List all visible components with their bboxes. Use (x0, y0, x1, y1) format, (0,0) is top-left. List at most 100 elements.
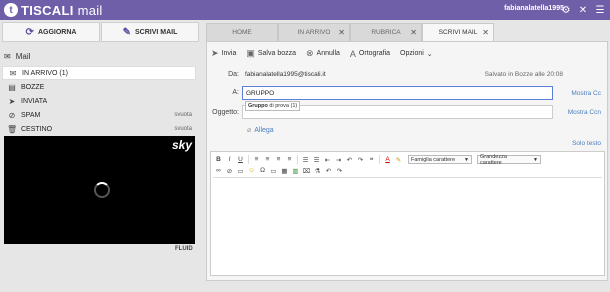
spellcheck-button[interactable]: A Ortografia (350, 49, 390, 59)
underline-icon[interactable]: U (236, 155, 245, 164)
folder-spam[interactable]: ⊘ SPAM svuota (2, 108, 196, 122)
attach-label: Allega (254, 126, 274, 134)
suggestion-detail: di prova (1) (267, 103, 298, 109)
to-field[interactable]: GRUPPO (242, 86, 553, 100)
from-value: fabianalatella1995@tiscali.it (245, 71, 326, 78)
plain-text-link[interactable]: Solo testo (572, 140, 601, 147)
emoji-icon[interactable]: ☺ (247, 166, 256, 175)
find-replace-icon[interactable]: ⚗ (313, 166, 322, 175)
close-tab-icon[interactable]: ✕ (410, 28, 417, 37)
inbox-icon: ✉ (9, 68, 17, 78)
align-right-icon[interactable]: ≡ (274, 155, 283, 164)
tab-bar: HOME IN ARRIVO ✕ RUBRICA ✕ SCRIVI MAIL ✕ (206, 23, 494, 42)
from-label: Da: (228, 71, 239, 78)
options-dropdown[interactable]: Opzioni ⌄ (400, 50, 433, 58)
text-color-icon[interactable]: A (383, 155, 392, 164)
brand-product: mail (77, 2, 103, 18)
recipient-suggestion[interactable]: Gruppo di prova (1) (245, 101, 300, 111)
suggestion-name: Gruppo (248, 103, 268, 109)
loading-spinner-icon (94, 182, 110, 198)
spam-icon: ⊘ (8, 110, 16, 120)
special-char-icon[interactable]: Ω (258, 166, 267, 175)
spellcheck-label: Ortografia (358, 50, 391, 57)
trash-icon: 🗑 (7, 124, 18, 134)
mail-header-label: Mail (15, 52, 31, 61)
brand-name: TISCALI (21, 2, 74, 18)
highlight-color-icon[interactable]: ✎ (394, 155, 403, 164)
empty-trash-link[interactable]: svuota (174, 126, 192, 132)
redo-alt-icon[interactable]: ↷ (335, 166, 344, 175)
tab-contacts[interactable]: RUBRICA ✕ (350, 23, 422, 42)
spellcheck-icon: A (349, 48, 356, 59)
bold-icon[interactable]: B (214, 155, 223, 164)
image-icon[interactable]: ▭ (236, 166, 245, 175)
folder-trash[interactable]: 🗑 CESTINO svuota (2, 122, 196, 136)
save-draft-button[interactable]: ▣ Salva bozza (246, 48, 296, 59)
align-center-icon[interactable]: ≡ (263, 155, 272, 164)
outdent-icon[interactable]: ⇤ (323, 155, 332, 164)
top-bar: t TISCALI mail fabianalatella1995 ⚙ ✕ ☰ (0, 0, 610, 20)
tab-inbox[interactable]: IN ARRIVO ✕ (278, 23, 350, 42)
show-bcc-link[interactable]: Mostra Ccn (568, 109, 601, 116)
chevron-down-icon: ⌄ (426, 50, 433, 58)
menu-icon[interactable]: ☰ (594, 3, 606, 17)
font-size-select[interactable]: Grandezza carattere ▼ (477, 153, 541, 166)
message-body[interactable] (213, 177, 602, 273)
send-label: Invia (221, 50, 237, 57)
rich-text-editor: B I U ≡ ≡ ≡ ≡ ☰ ☰ ⇤ ⇥ ↶ ↷ ❝ A ✎ Famiglia… (210, 151, 605, 276)
horizontal-rule-icon[interactable]: ▭ (269, 166, 278, 175)
refresh-icon: ⟳ (25, 26, 34, 38)
gear-icon[interactable]: ⚙ (560, 3, 572, 17)
folder-inbox[interactable]: ✉ IN ARRIVO (1) (2, 66, 196, 80)
table-icon[interactable]: ▦ (280, 166, 289, 175)
attach-link[interactable]: ⌀ Allega (247, 126, 274, 135)
compose-label: SCRIVI MAIL (135, 28, 178, 36)
saved-status: Salvato in Bozze alle 20:08 (484, 71, 563, 78)
refresh-button[interactable]: ⟳ AGGIORNA (2, 22, 100, 42)
compose-button[interactable]: ✎ SCRIVI MAIL (101, 22, 199, 42)
undo-alt-icon[interactable]: ↶ (324, 166, 333, 175)
folder-label: INVIATA (21, 97, 48, 105)
redo-icon[interactable]: ↷ (356, 155, 365, 164)
folder-sent[interactable]: ➤ INVIATA (2, 94, 196, 108)
tiscali-logo[interactable]: t TISCALI mail (4, 2, 103, 18)
folder-list: ✉ IN ARRIVO (1) ▤ BOZZE ➤ INVIATA ⊘ SPAM… (2, 66, 196, 136)
spellcheck-toolbar-icon[interactable]: ▥ (291, 166, 300, 175)
tab-home[interactable]: HOME (206, 23, 278, 42)
undo-icon[interactable]: ↶ (345, 155, 354, 164)
link-icon[interactable]: ∞ (214, 166, 223, 175)
ad-footer-logo: FLUID (175, 246, 193, 252)
font-size-value: Grandezza carattere (480, 153, 507, 166)
save-draft-label: Salva bozza (257, 50, 296, 57)
bullet-list-icon[interactable]: ☰ (301, 155, 310, 164)
italic-icon[interactable]: I (225, 155, 234, 164)
close-tab-icon[interactable]: ✕ (338, 28, 345, 37)
tab-label: HOME (232, 29, 252, 36)
options-label: Opzioni (400, 50, 424, 57)
unlink-icon[interactable]: ⊘ (225, 166, 234, 175)
folder-drafts[interactable]: ▤ BOZZE (2, 80, 196, 94)
show-cc-link[interactable]: Mostra Cc (571, 90, 601, 97)
tab-compose[interactable]: SCRIVI MAIL ✕ (422, 23, 494, 42)
numbered-list-icon[interactable]: ☰ (312, 155, 321, 164)
close-icon[interactable]: ✕ (577, 3, 589, 17)
indent-icon[interactable]: ⇥ (334, 155, 343, 164)
unread-count: (1) (59, 69, 68, 77)
send-button[interactable]: ➤ Invia (211, 48, 236, 59)
refresh-label: AGGIORNA (37, 28, 77, 36)
pencil-icon: ✎ (122, 26, 131, 38)
preview-icon[interactable]: ⌧ (302, 166, 311, 175)
empty-spam-link[interactable]: svuota (174, 112, 192, 118)
align-justify-icon[interactable]: ≡ (285, 155, 294, 164)
quote-icon[interactable]: ❝ (367, 155, 376, 164)
drafts-icon: ▤ (8, 82, 16, 92)
close-tab-icon[interactable]: ✕ (482, 28, 489, 37)
user-name[interactable]: fabianalatella1995 (504, 5, 564, 12)
folder-label: IN ARRIVO (22, 69, 58, 77)
logo-mark: t (4, 3, 18, 17)
font-family-select[interactable]: Famiglia carattere ▼ (408, 155, 472, 164)
video-ad[interactable]: sky (4, 136, 195, 244)
align-left-icon[interactable]: ≡ (252, 155, 261, 164)
sky-logo: sky (171, 138, 192, 152)
cancel-button[interactable]: ⊗ Annulla (306, 48, 340, 59)
